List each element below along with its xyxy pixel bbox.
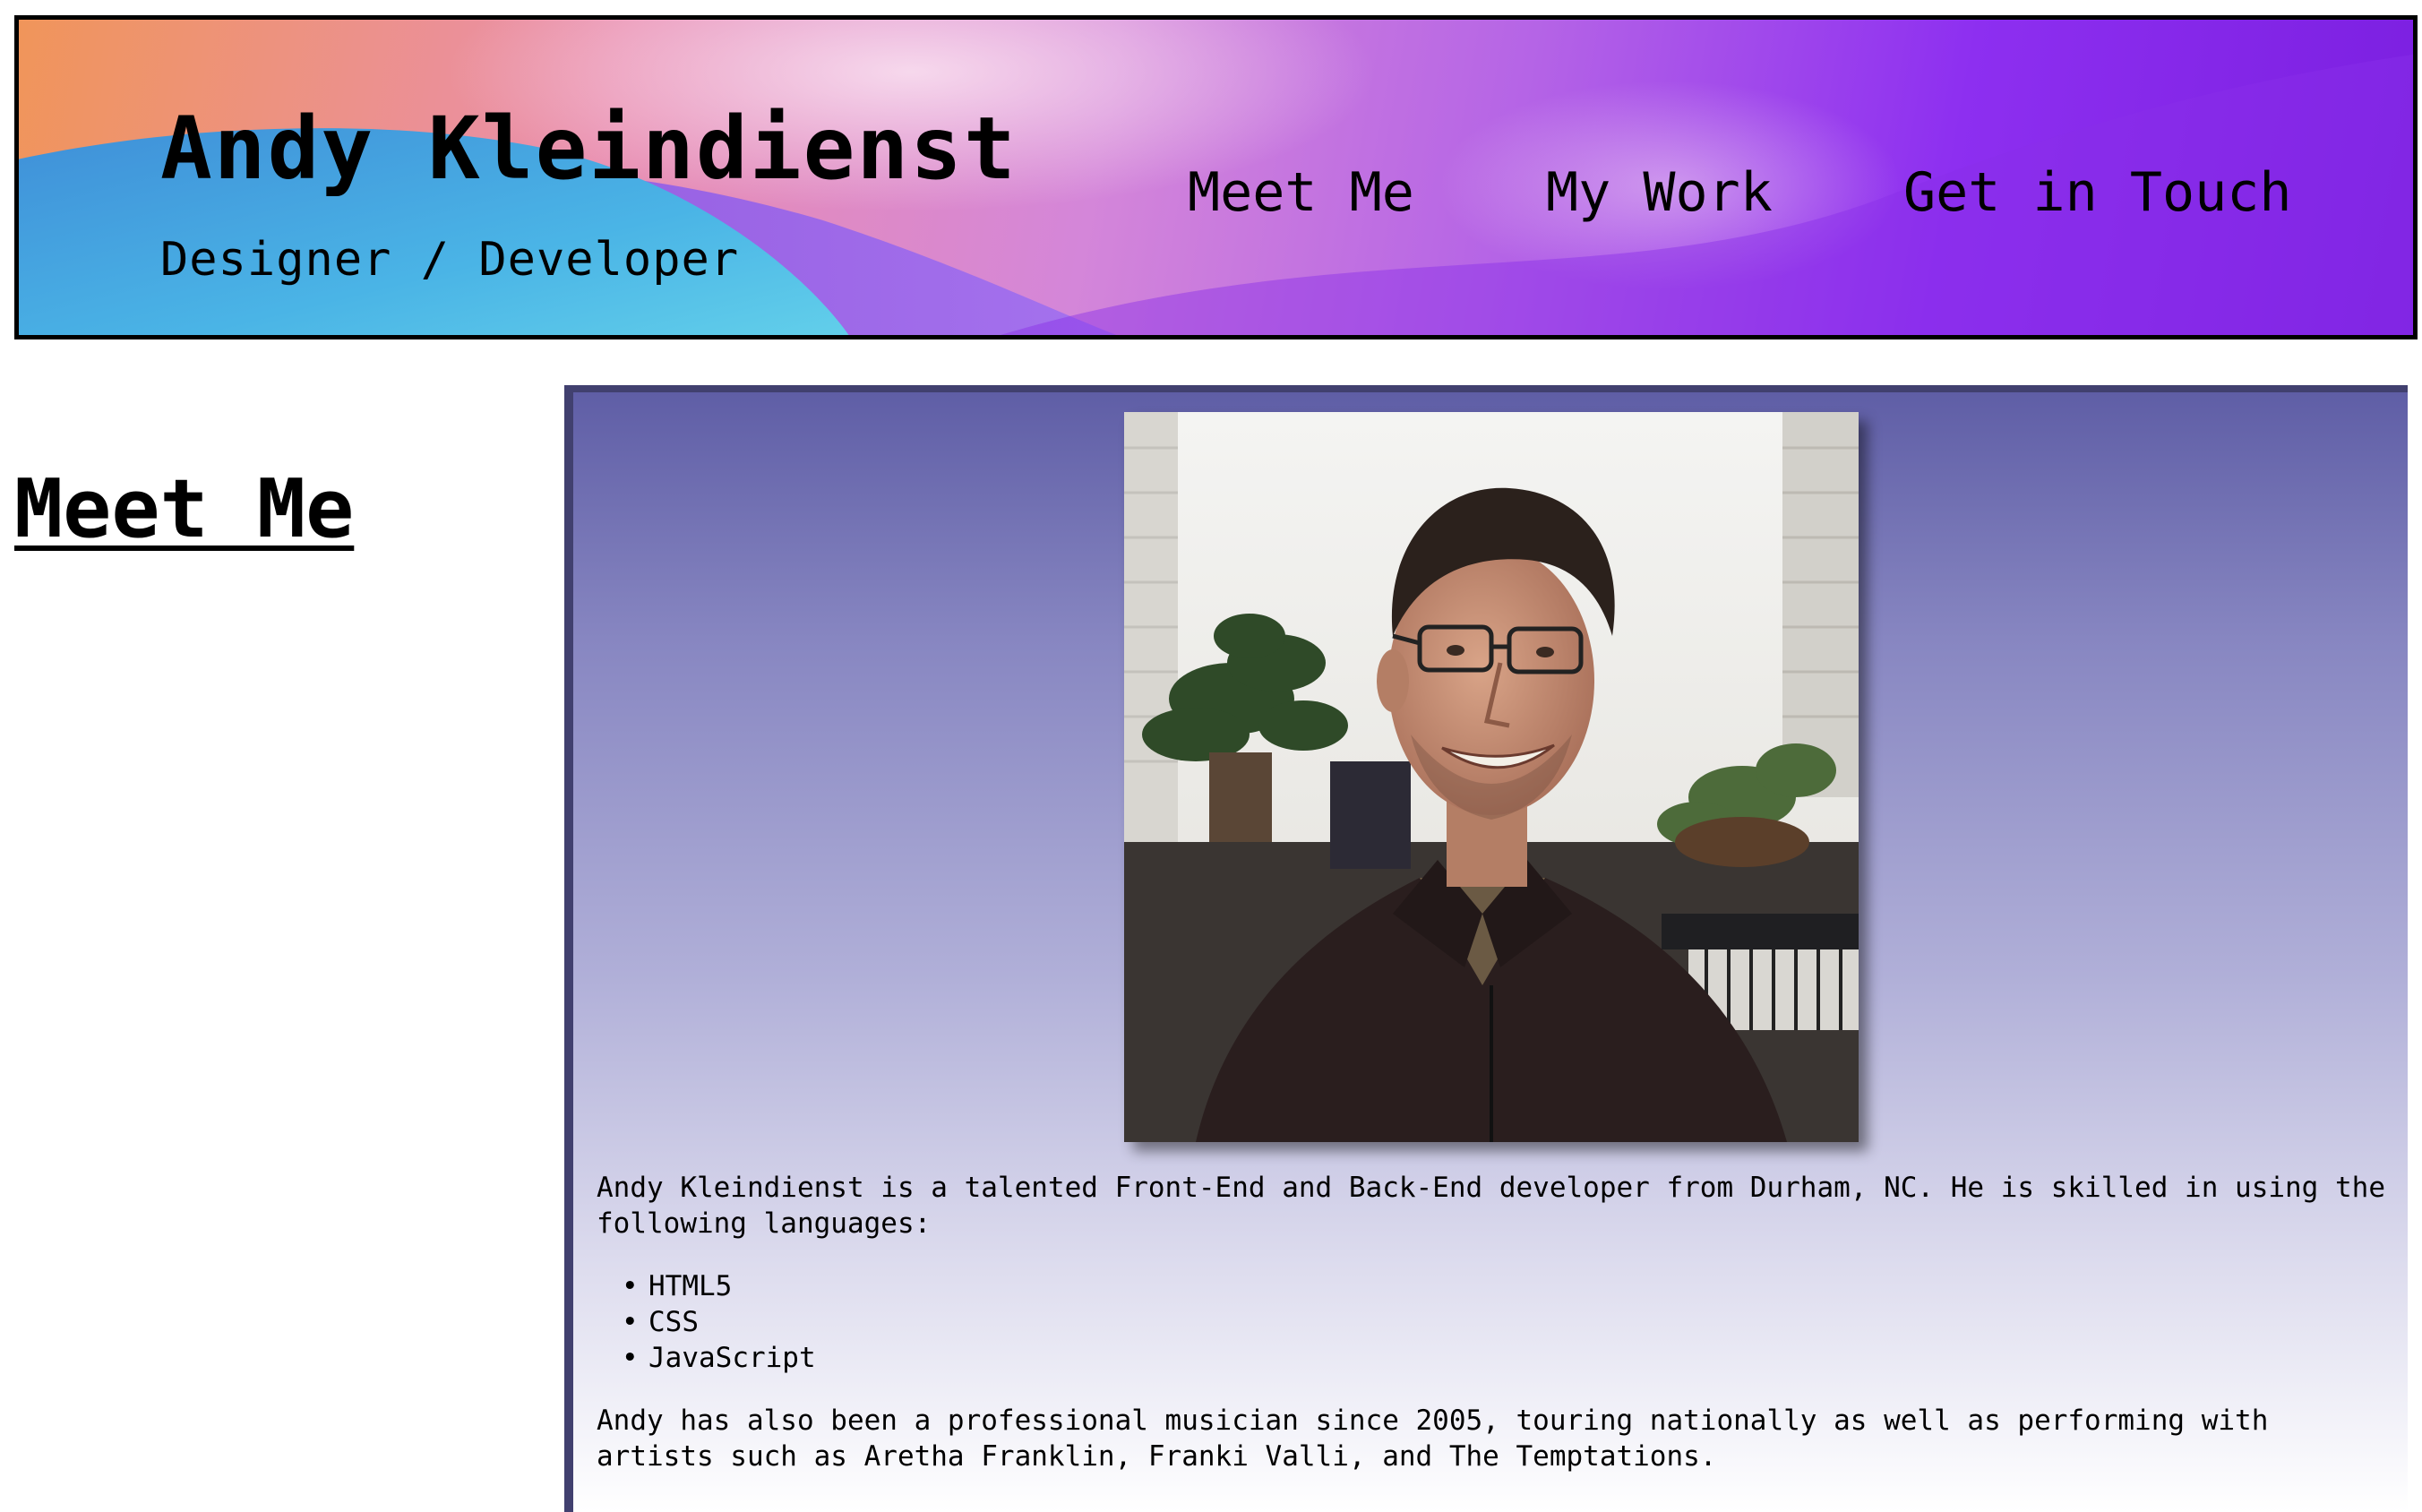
about-panel: Andy Kleindienst is a talented Front-End… — [564, 385, 2408, 1512]
languages-list: HTML5 CSS JavaScript — [622, 1268, 2388, 1376]
profile-photo-image — [1124, 412, 1859, 1142]
section-heading: Meet Me — [14, 462, 355, 556]
bio-intro: Andy Kleindienst is a talented Front-End… — [597, 1172, 2386, 1240]
site-tagline: Designer / Developer — [160, 233, 740, 287]
bio-text: Andy Kleindienst is a talented Front-End… — [597, 1170, 2388, 1501]
site-header: Andy Kleindienst Designer / Developer Me… — [14, 15, 2418, 339]
profile-photo — [1124, 412, 1859, 1142]
bio-music: Andy has also been a professional musici… — [597, 1405, 2269, 1473]
list-item: HTML5 — [622, 1268, 2388, 1304]
list-item: JavaScript — [622, 1340, 2388, 1376]
nav-link-get-in-touch[interactable]: Get in Touch — [1903, 161, 2291, 224]
nav-link-meet-me[interactable]: Meet Me — [1188, 161, 1414, 224]
site-title: Andy Kleindienst — [160, 99, 1018, 199]
nav-link-my-work[interactable]: My Work — [1546, 161, 1773, 224]
list-item: CSS — [622, 1304, 2388, 1340]
